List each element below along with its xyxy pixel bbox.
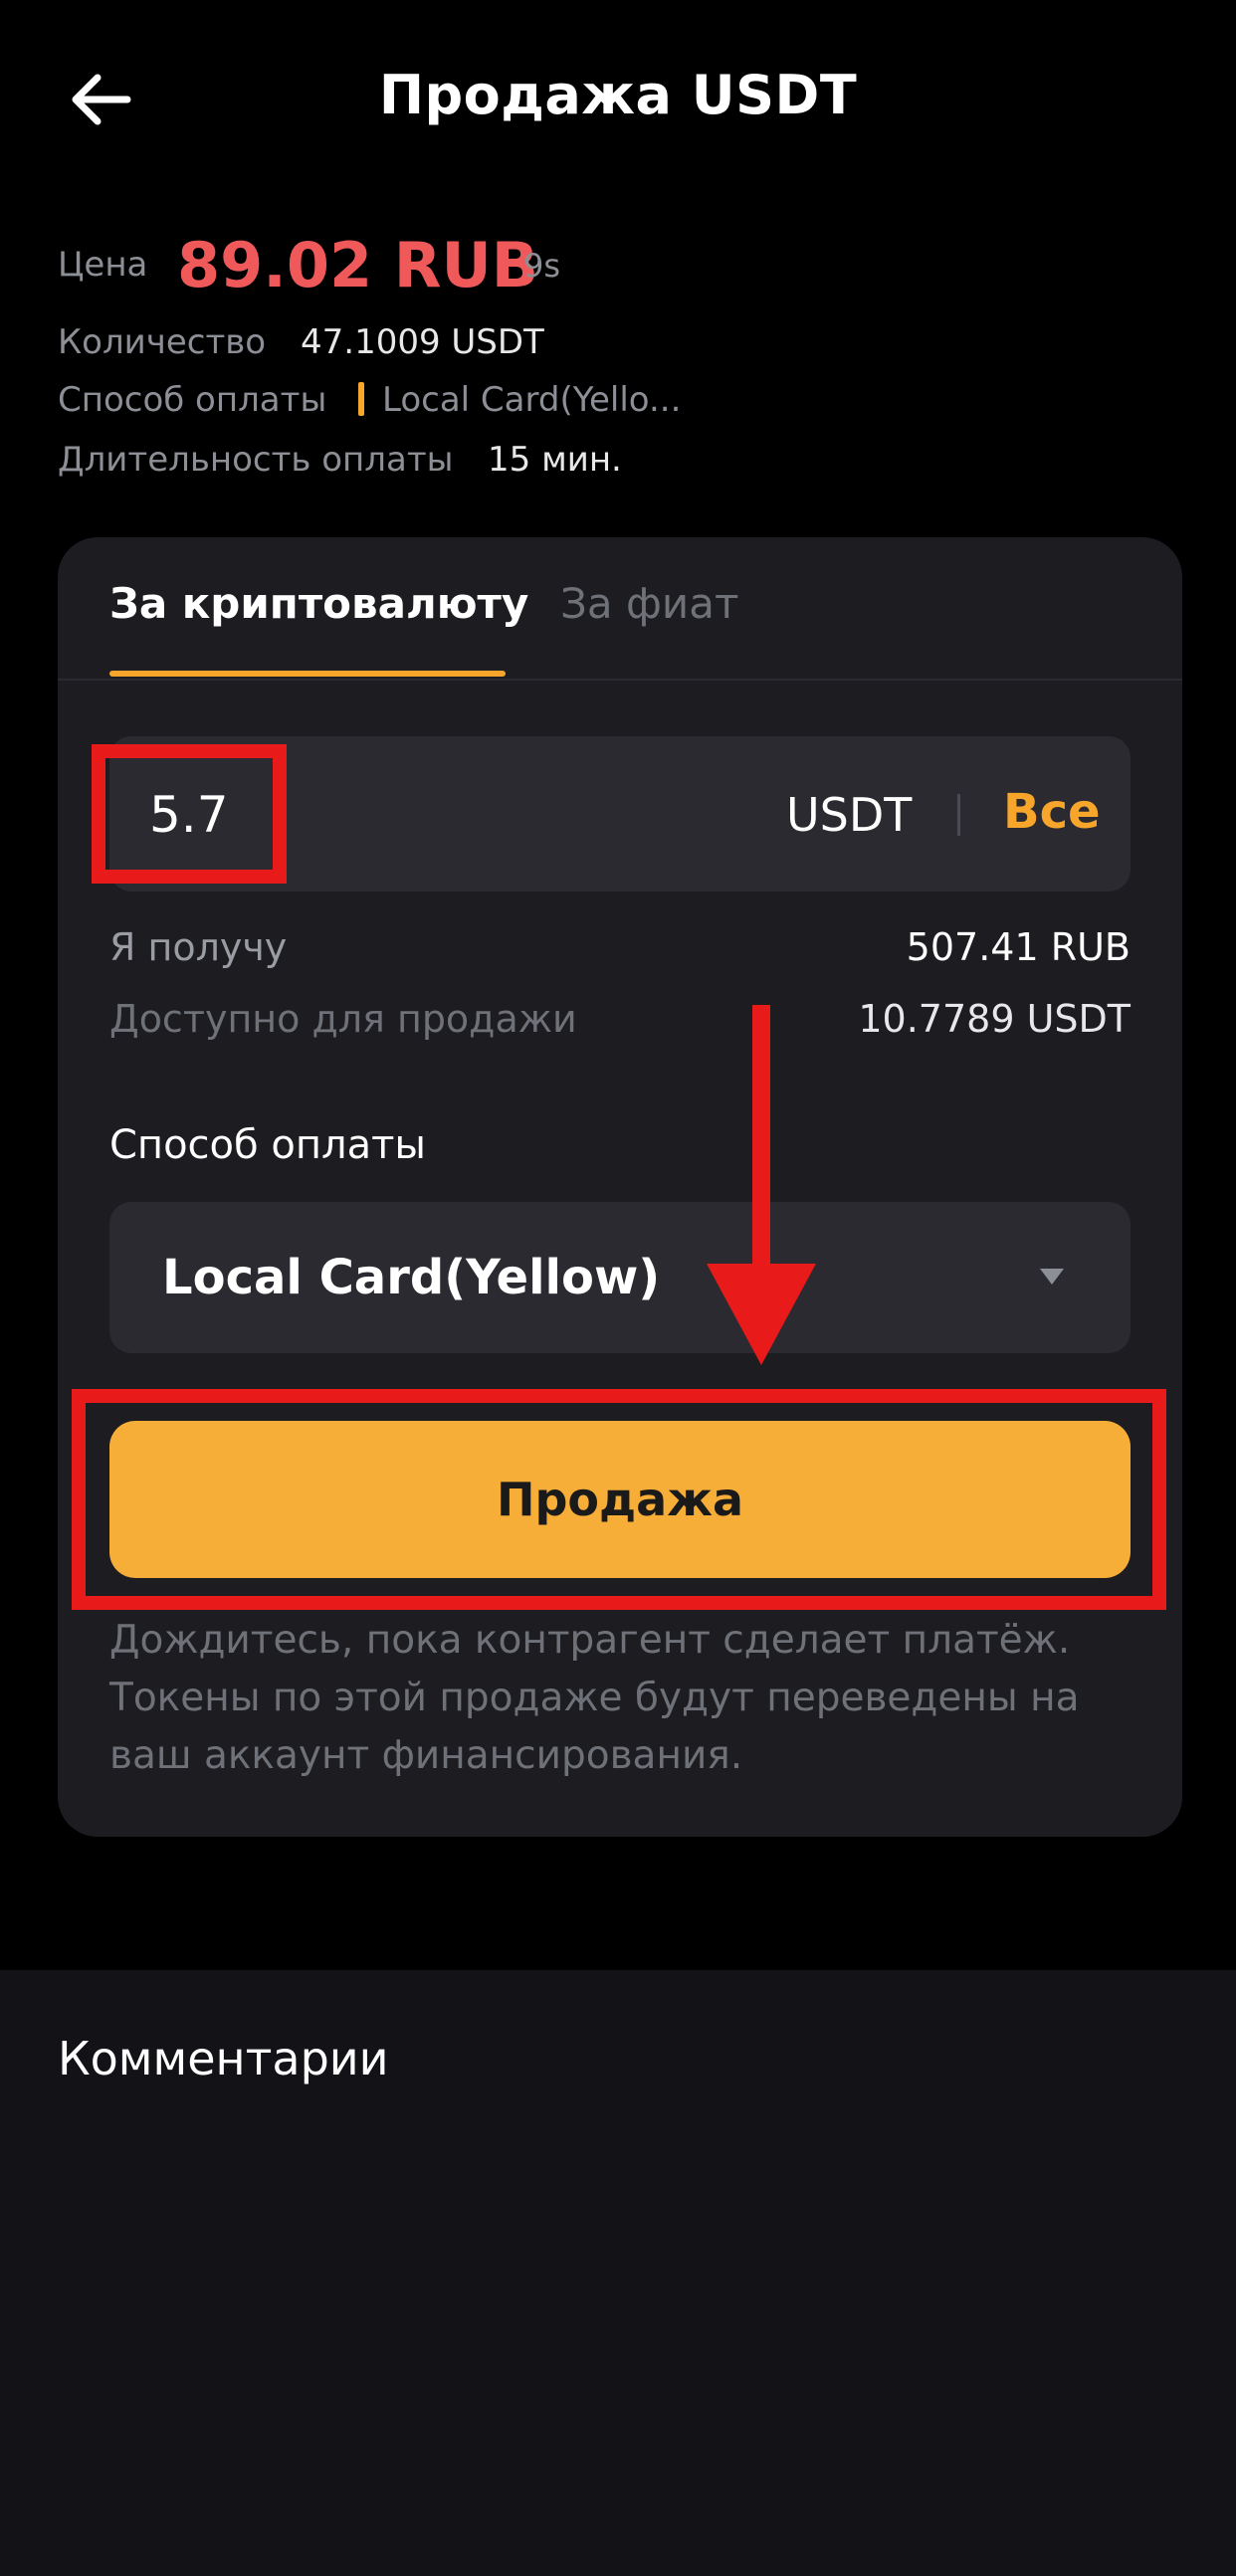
tabs-divider: [58, 679, 1182, 681]
sell-button-highlight-box: [72, 1389, 1166, 1610]
price-timer: 9s: [523, 247, 561, 285]
available-label: Доступно для продажи: [109, 997, 577, 1041]
active-tab-indicator: [109, 671, 506, 677]
sell-note: Дождитесь, пока контрагент сделает платё…: [109, 1618, 1080, 1778]
page-title: Продажа USDT: [378, 64, 858, 126]
amount-currency: USDT: [786, 788, 913, 842]
payment-accent-bar: [358, 382, 364, 416]
payment-method-heading: Способ оплаты: [109, 1122, 426, 1168]
quantity-label: Количество: [58, 322, 267, 362]
duration-value: 15 мин.: [488, 440, 622, 480]
tab-crypto[interactable]: За криптовалюту: [109, 579, 528, 628]
payment-method-value: Local Card(Yello...: [382, 380, 682, 420]
all-button[interactable]: Все: [1003, 784, 1101, 840]
available-value: 10.7789 USDT: [858, 997, 1131, 1041]
receive-value: 507.41 RUB: [906, 925, 1131, 969]
payment-method-label: Способ оплаты: [58, 380, 327, 420]
duration-label: Длительность оплаты: [58, 440, 454, 480]
amount-highlight-box: [92, 744, 287, 884]
price-value: 89.02 RUB: [177, 229, 539, 301]
receive-label: Я получу: [109, 925, 288, 969]
payment-method-selected[interactable]: Local Card(Yellow): [162, 1250, 660, 1305]
caret-down-icon[interactable]: [1038, 1267, 1066, 1287]
amount-divider: [957, 794, 960, 836]
price-label: Цена: [58, 245, 148, 285]
quantity-value: 47.1009 USDT: [301, 322, 544, 362]
comments-title: Комментарии: [58, 2032, 389, 2085]
tab-fiat[interactable]: За фиат: [560, 579, 738, 628]
arrow-down-icon: [707, 1005, 816, 1365]
